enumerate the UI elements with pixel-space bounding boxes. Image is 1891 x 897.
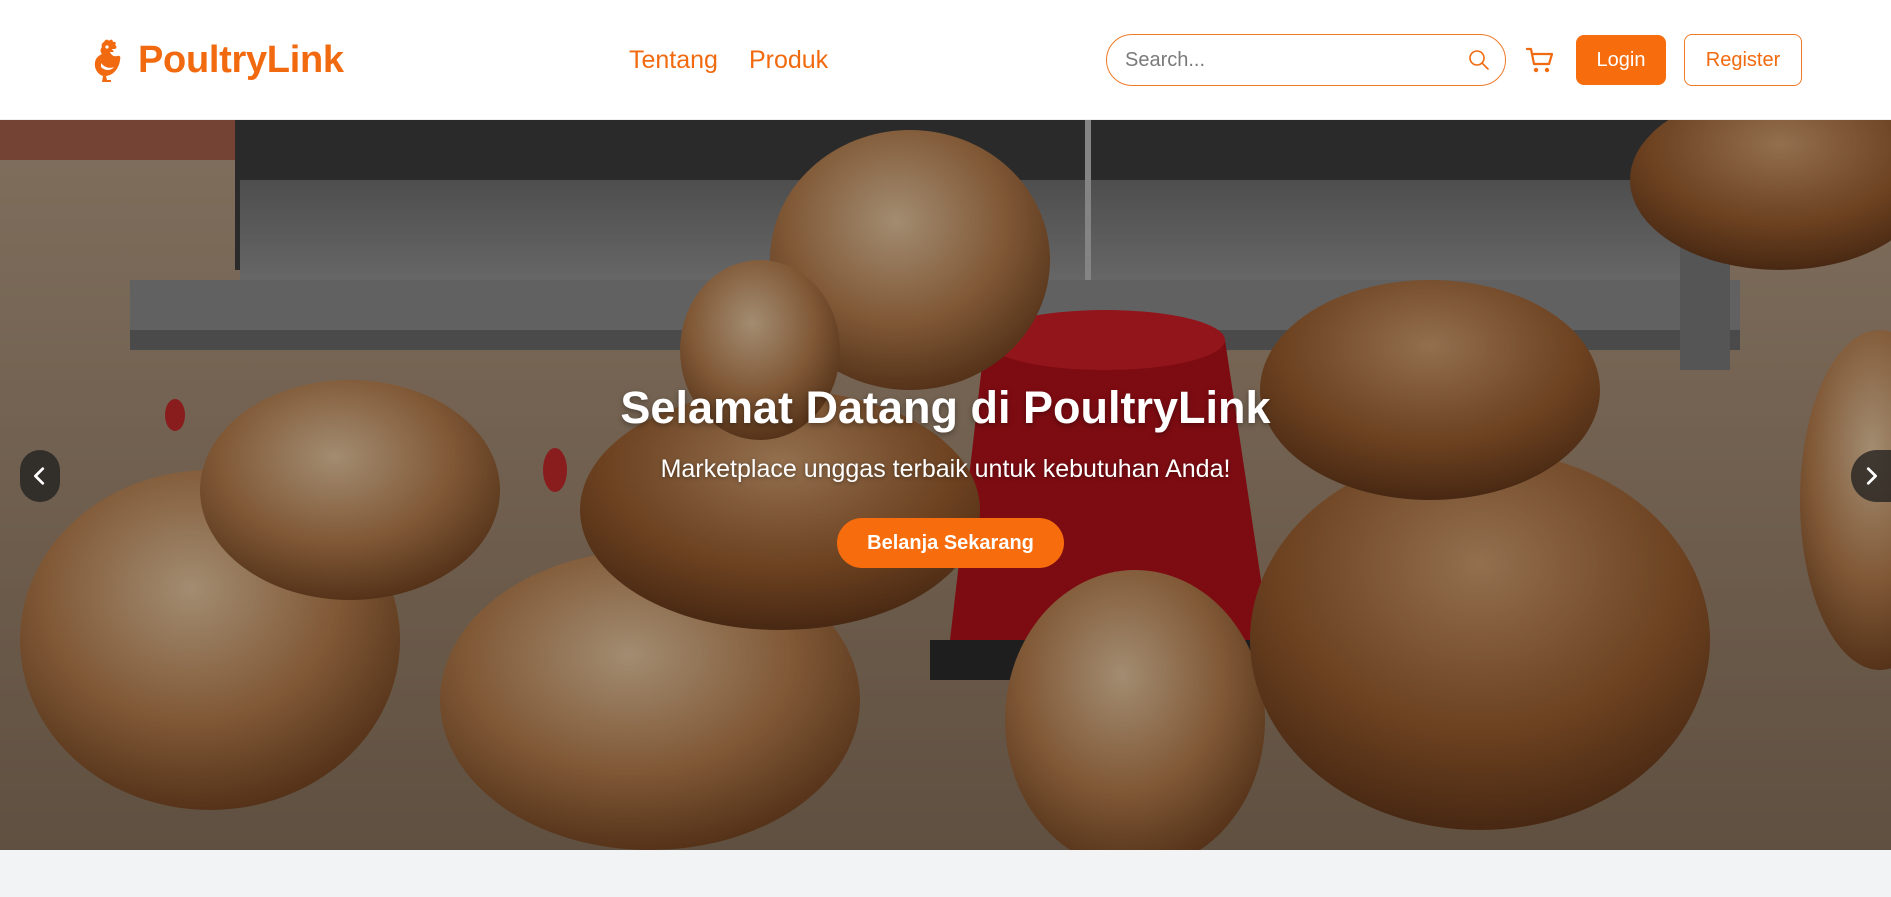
hero-overlay — [0, 120, 1891, 850]
hero-title: Selamat Datang di PoultryLink — [620, 382, 1271, 433]
shop-now-button[interactable]: Belanja Sekarang — [837, 518, 1064, 568]
search-icon[interactable] — [1467, 48, 1491, 72]
cart-icon[interactable] — [1524, 44, 1556, 76]
hero-carousel: Selamat Datang di PoultryLink Marketplac… — [0, 120, 1891, 850]
chevron-left-icon — [34, 467, 45, 485]
nav-link-tentang[interactable]: Tentang — [629, 46, 718, 75]
hero-subtitle: Marketplace unggas terbaik untuk kebutuh… — [660, 455, 1231, 483]
content-section — [0, 850, 1891, 897]
brand-logo-link[interactable]: PoultryLink — [90, 36, 344, 84]
search-input[interactable] — [1125, 45, 1445, 75]
brand-name: PoultryLink — [138, 38, 344, 81]
navbar: PoultryLink Tentang Produk Login Registe… — [0, 0, 1891, 120]
main-nav: Tentang Produk — [629, 40, 828, 80]
page: PoultryLink Tentang Produk Login Registe… — [0, 0, 1891, 897]
chevron-right-icon — [1866, 467, 1877, 485]
register-button[interactable]: Register — [1684, 34, 1802, 86]
rooster-icon — [94, 39, 121, 82]
search-box — [1106, 34, 1506, 86]
login-button[interactable]: Login — [1576, 35, 1666, 85]
nav-link-produk[interactable]: Produk — [749, 46, 828, 75]
carousel-prev-button[interactable] — [20, 450, 60, 502]
